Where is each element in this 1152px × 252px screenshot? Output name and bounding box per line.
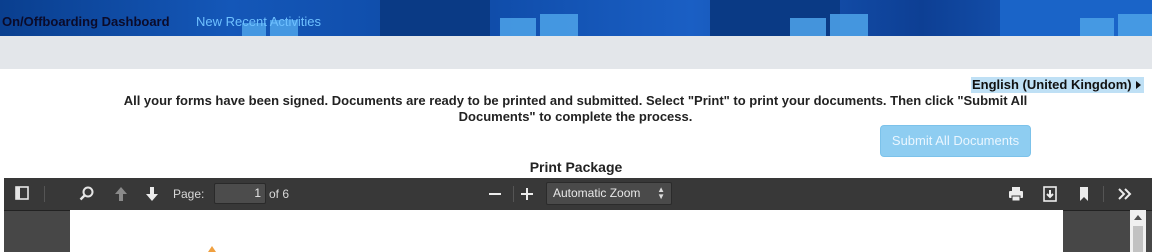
scrollbar-thumb[interactable] [1133,226,1143,252]
print-package-title: Print Package [529,159,623,175]
sidebar-toggle-icon[interactable] [14,185,34,203]
header-subbar [0,36,1152,69]
tools-icon[interactable] [1116,185,1136,203]
page-count: of 6 [269,187,290,201]
bookmark-icon[interactable] [1075,185,1095,203]
page-scrollbar[interactable] [1130,210,1146,252]
previous-page-icon[interactable] [112,185,132,203]
print-icon[interactable] [1007,185,1027,203]
zoom-select[interactable]: Automatic Zoom ▲ ▼ [546,182,672,205]
download-icon[interactable] [1041,185,1061,203]
select-arrows-icon: ▲ ▼ [657,185,665,201]
toolbar-separator [1103,186,1104,202]
recent-activities-link[interactable]: New Recent Activities [196,14,321,29]
document-logo-fragment [208,246,216,252]
zoom-in-icon[interactable] [518,185,538,203]
instructions-text: All your forms have been signed. Documen… [123,93,1028,124]
zoom-select-value: Automatic Zoom [553,186,641,200]
scroll-up-icon[interactable] [1134,215,1142,220]
search-icon[interactable] [78,185,98,203]
page-number-input[interactable]: 1 [214,183,266,204]
dashboard-title-link[interactable]: On/Offboarding Dashboard [2,14,170,29]
submit-all-documents-button[interactable]: Submit All Documents [880,125,1031,157]
pdf-page [70,210,1063,252]
caret-right-icon [1135,81,1141,89]
pdf-toolbar: Page: 1 of 6 Automatic Zoom ▲ ▼ [4,178,1152,211]
next-page-icon[interactable] [143,185,163,203]
language-label: English (United Kingdom) [972,77,1132,92]
page-label: Page: [173,187,205,201]
toolbar-separator [44,186,45,202]
header-banner: On/Offboarding Dashboard New Recent Acti… [0,0,1152,36]
toolbar-separator [513,186,514,202]
language-selector[interactable]: English (United Kingdom) [971,77,1144,93]
pdf-viewer: Page: 1 of 6 Automatic Zoom ▲ ▼ [4,178,1152,252]
zoom-out-icon[interactable] [486,185,506,203]
